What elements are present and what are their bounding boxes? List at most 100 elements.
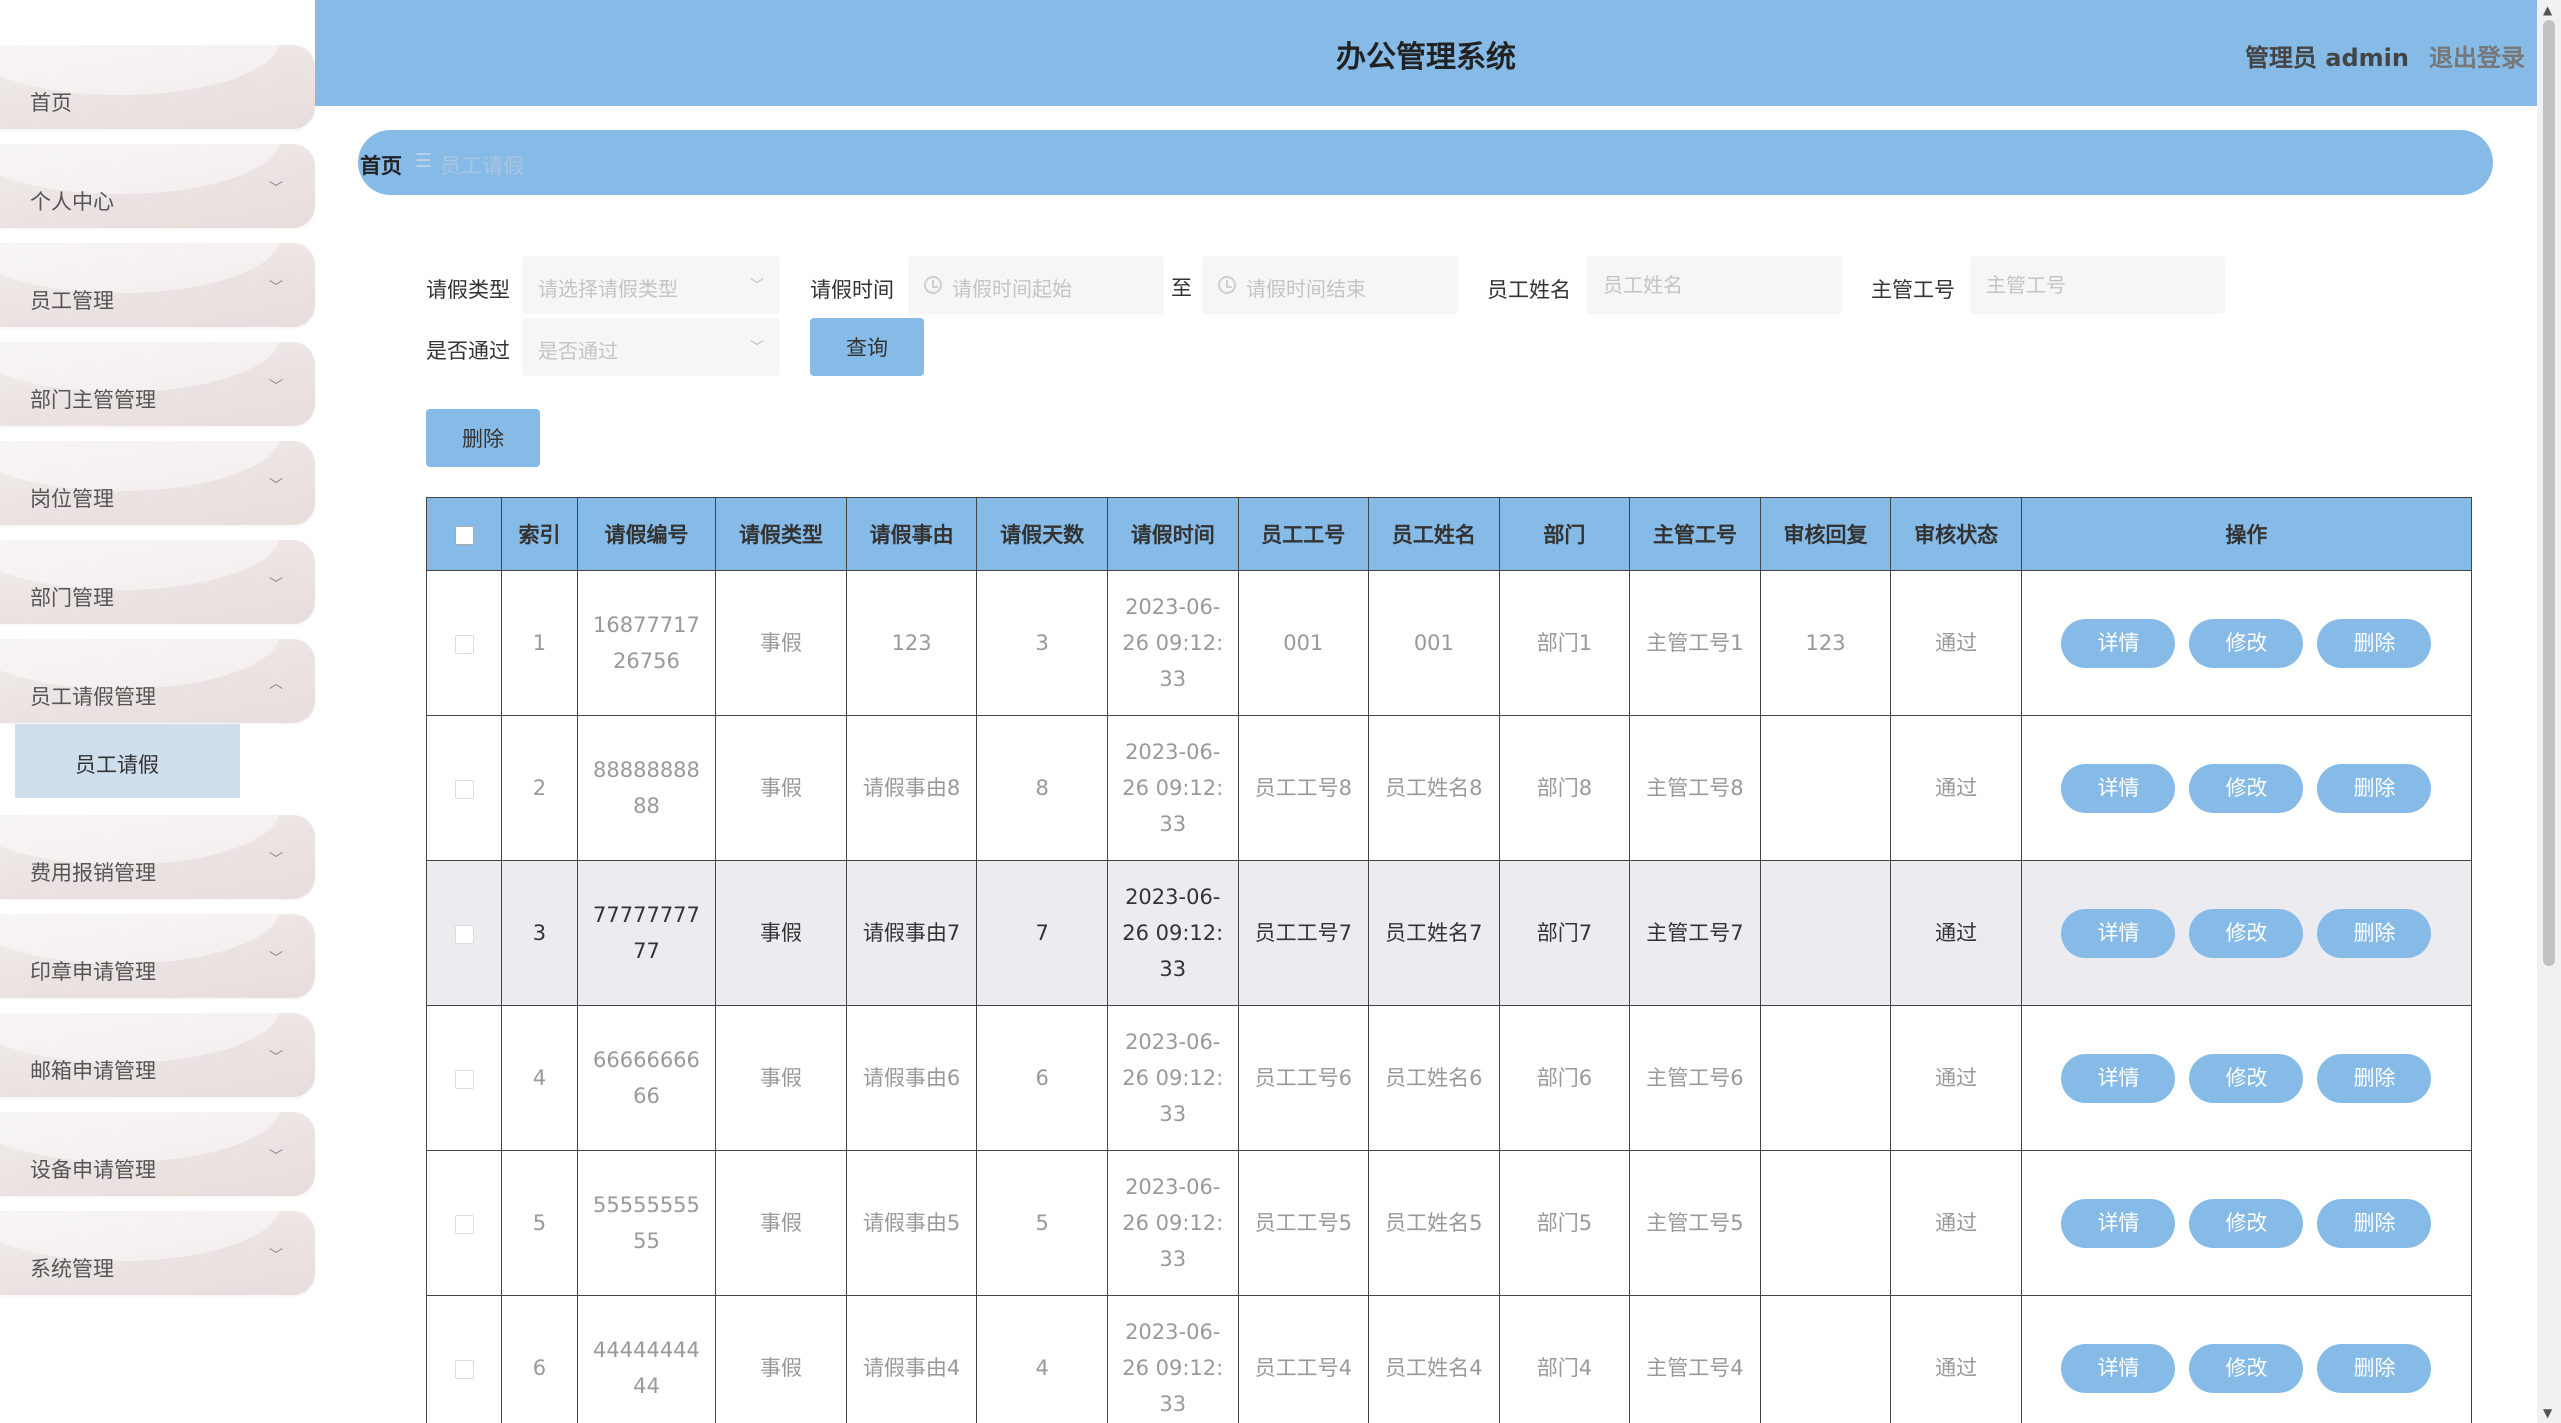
- edit-button[interactable]: 修改: [2189, 1343, 2304, 1393]
- row-select-cell: [426, 860, 503, 1006]
- edit-button[interactable]: 修改: [2189, 908, 2304, 958]
- detail-button[interactable]: 详情: [2061, 618, 2176, 668]
- cell-days: 6: [976, 1005, 1108, 1151]
- delete-button[interactable]: 删除: [2317, 1198, 2432, 1248]
- approved-select[interactable]: 是否通过 ﹀: [522, 318, 780, 376]
- sidebar-item-1[interactable]: 个人中心 ﹀: [0, 144, 315, 228]
- cell-reply: [1759, 1295, 1892, 1423]
- sidebar-item-label: 系统管理: [30, 1257, 114, 1281]
- edit-button[interactable]: 修改: [2189, 618, 2304, 668]
- detail-button[interactable]: 详情: [2061, 1343, 2176, 1393]
- column-header: 部门: [1498, 497, 1631, 571]
- edit-button[interactable]: 修改: [2189, 763, 2304, 813]
- query-button[interactable]: 查询: [810, 318, 924, 376]
- cell-status: 通过: [1890, 1295, 2022, 1423]
- cell-reason: 请假事由7: [845, 860, 978, 1006]
- cell-type: 事假: [715, 715, 847, 861]
- cell-no: 4444444444: [576, 1295, 717, 1423]
- emp-name-input[interactable]: [1587, 256, 1842, 314]
- sidebar-subitem-leave[interactable]: 员工请假: [15, 724, 240, 798]
- sidebar-item-7[interactable]: 费用报销管理 ﹀: [0, 815, 315, 899]
- scroll-thumb[interactable]: [2543, 20, 2555, 966]
- edit-button[interactable]: 修改: [2189, 1053, 2304, 1103]
- delete-button[interactable]: 删除: [2317, 1343, 2432, 1393]
- row-select-cell: [426, 715, 503, 861]
- leave-time-start-picker[interactable]: 请假时间起始: [908, 256, 1164, 314]
- scroll-down-arrow-icon[interactable]: ▼: [2543, 1406, 2552, 1420]
- leave-type-select[interactable]: 请选择请假类型 ﹀: [522, 256, 780, 314]
- row-actions: 详情 修改 删除: [2020, 860, 2472, 1006]
- cell-index: 5: [501, 1150, 578, 1296]
- row-checkbox[interactable]: [454, 779, 474, 799]
- delete-button[interactable]: 删除: [2317, 1053, 2432, 1103]
- edit-button[interactable]: 修改: [2189, 1198, 2304, 1248]
- leave-time-start-placeholder: 请假时间起始: [952, 277, 1072, 301]
- chevron-down-icon: ﹀: [269, 478, 283, 494]
- table-row: 4 6666666666 事假 请假事由6 6 2023-06-26 09:12:33 员工…: [426, 1005, 2472, 1151]
- delete-button[interactable]: 删除: [2317, 618, 2432, 668]
- chevron-down-icon: ﹀: [750, 278, 764, 294]
- logout-link[interactable]: 退出登录: [2429, 38, 2525, 73]
- sidebar-item-9[interactable]: 邮箱申请管理 ﹀: [0, 1013, 315, 1097]
- cell-no: 7777777777: [576, 860, 717, 1006]
- leave-time-label: 请假时间: [810, 278, 894, 302]
- cell-dept: 部门8: [1498, 715, 1631, 861]
- cell-status: 通过: [1890, 570, 2022, 716]
- cell-days: 4: [976, 1295, 1108, 1423]
- cell-emp-name: 员工姓名8: [1368, 715, 1500, 861]
- emp-name-label: 员工姓名: [1487, 278, 1571, 302]
- cell-reason: 123: [845, 570, 978, 716]
- row-checkbox[interactable]: [454, 634, 474, 654]
- sidebar-item-3[interactable]: 部门主管管理 ﹀: [0, 342, 315, 426]
- sidebar-item-0[interactable]: 首页: [0, 45, 315, 129]
- detail-button[interactable]: 详情: [2061, 908, 2176, 958]
- row-actions: 详情 修改 删除: [2020, 1150, 2472, 1296]
- sidebar-item-2[interactable]: 员工管理 ﹀: [0, 243, 315, 327]
- column-header: 员工姓名: [1368, 497, 1500, 571]
- table-row: 1 1687771726756 事假 123 3 2023-06-26 09:12:33 0…: [426, 570, 2472, 716]
- chevron-down-icon: ﹀: [269, 852, 283, 868]
- sidebar-item-5[interactable]: 部门管理 ﹀: [0, 540, 315, 624]
- chevron-down-icon: ﹀: [269, 1149, 283, 1165]
- row-checkbox[interactable]: [454, 924, 474, 944]
- row-select-cell: [426, 1295, 503, 1423]
- leave-time-end-picker[interactable]: 请假时间结束: [1202, 256, 1458, 314]
- batch-delete-button[interactable]: 删除: [426, 409, 540, 467]
- column-header: 员工工号: [1237, 497, 1370, 571]
- sidebar-item-6[interactable]: 员工请假管理 ︿: [0, 639, 315, 723]
- row-checkbox[interactable]: [454, 1359, 474, 1379]
- cell-type: 事假: [715, 1295, 847, 1423]
- breadcrumb-home[interactable]: 首页: [360, 150, 402, 180]
- cell-manager-no: 主管工号6: [1629, 1005, 1761, 1151]
- scroll-up-arrow-icon[interactable]: ▲: [2543, 3, 2552, 17]
- cell-index: 2: [501, 715, 578, 861]
- cell-emp-no: 员工工号5: [1237, 1150, 1370, 1296]
- cell-no: 5555555555: [576, 1150, 717, 1296]
- cell-time: 2023-06-26 09:12:33: [1106, 715, 1239, 861]
- detail-button[interactable]: 详情: [2061, 1053, 2176, 1103]
- cell-time: 2023-06-26 09:12:33: [1106, 1005, 1239, 1151]
- manager-no-input[interactable]: [1970, 256, 2225, 314]
- cell-emp-name: 员工姓名6: [1368, 1005, 1500, 1151]
- chevron-up-icon: ︿: [269, 676, 283, 692]
- detail-button[interactable]: 详情: [2061, 763, 2176, 813]
- sidebar-item-10[interactable]: 设备申请管理 ﹀: [0, 1112, 315, 1196]
- cell-type: 事假: [715, 1005, 847, 1151]
- cell-dept: 部门7: [1498, 860, 1631, 1006]
- page-scrollbar[interactable]: ▲ ▼: [2537, 0, 2561, 1423]
- sidebar-item-4[interactable]: 岗位管理 ﹀: [0, 441, 315, 525]
- sidebar-item-11[interactable]: 系统管理 ﹀: [0, 1211, 315, 1295]
- detail-button[interactable]: 详情: [2061, 1198, 2176, 1248]
- cell-no: 6666666666: [576, 1005, 717, 1151]
- delete-button[interactable]: 删除: [2317, 763, 2432, 813]
- cell-status: 通过: [1890, 1005, 2022, 1151]
- row-checkbox[interactable]: [454, 1214, 474, 1234]
- sidebar-subitem-label: 员工请假: [75, 753, 159, 777]
- select-all-checkbox[interactable]: [454, 525, 474, 545]
- sidebar-item-label: 费用报销管理: [30, 861, 156, 885]
- breadcrumb-separator-icon: ☰: [415, 150, 433, 172]
- sidebar-item-8[interactable]: 印章申请管理 ﹀: [0, 914, 315, 998]
- row-select-cell: [426, 1005, 503, 1151]
- delete-button[interactable]: 删除: [2317, 908, 2432, 958]
- row-checkbox[interactable]: [454, 1069, 474, 1089]
